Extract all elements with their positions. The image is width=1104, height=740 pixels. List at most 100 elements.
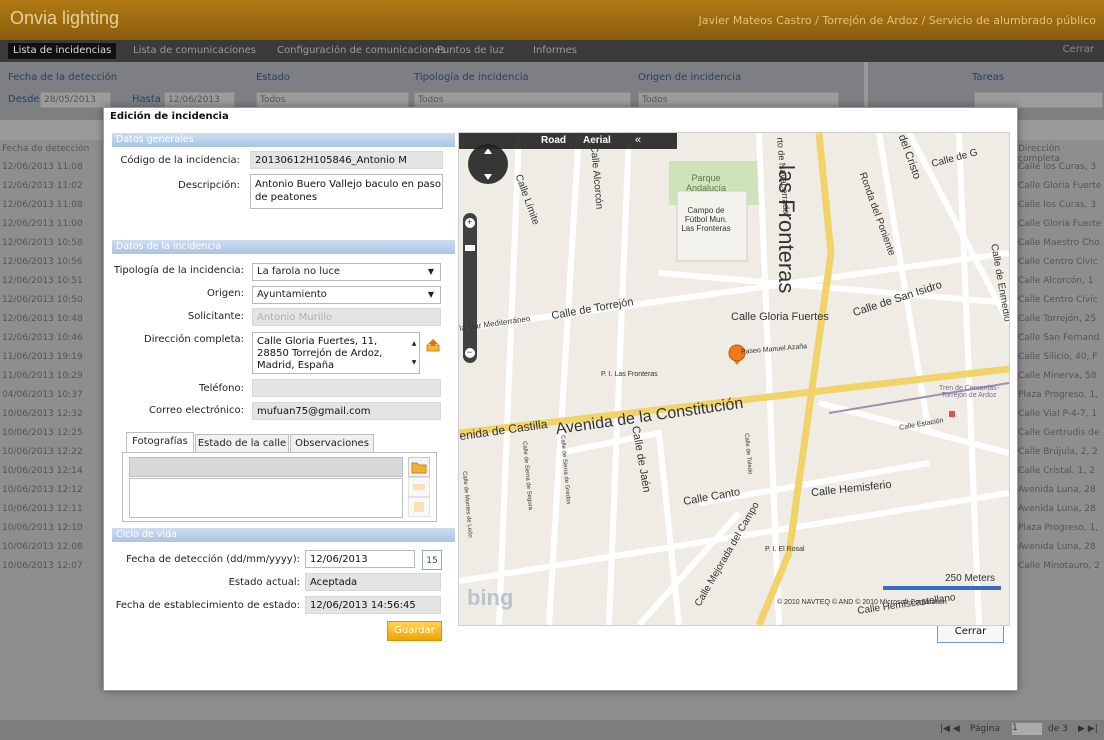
row-fecha: 12/06/2013 10:56: [2, 257, 83, 267]
collapse-map-icon[interactable]: «: [635, 134, 641, 146]
row-direccion: Plaza Progreso, 1,: [1018, 523, 1099, 533]
direccion-textarea[interactable]: Calle Gloria Fuertes, 11, 28850 Torrejón…: [252, 332, 420, 374]
row-direccion: Plaza Progreso, 1,: [1018, 390, 1099, 400]
map-view[interactable]: Road Aerial « + − las Fronteras Avenida …: [458, 132, 1010, 626]
row-fecha: 10/06/2013 12:12: [2, 485, 83, 495]
calendar-icon[interactable]: 15: [422, 550, 442, 570]
desde-label: Desde: [8, 94, 40, 105]
first-page-icon[interactable]: |◀ ◀: [940, 724, 960, 734]
row-fecha: 12/06/2013 11:08: [2, 200, 83, 210]
row-fecha: 12/06/2013 11:00: [2, 219, 83, 229]
photo-path-field[interactable]: [129, 457, 403, 477]
row-fecha: 11/06/2013 19:19: [2, 352, 83, 362]
guardar-button[interactable]: Guardar: [387, 621, 442, 641]
row-direccion: Calle Brújula, 2, 2: [1018, 447, 1098, 457]
deteccion-label: Fecha de la detección: [8, 72, 118, 83]
row-direccion: Avenida Luna, 28: [1018, 485, 1096, 495]
row-fecha: 10/06/2013 12:08: [2, 542, 83, 552]
origen-select[interactable]: Ayuntamiento ▼: [252, 286, 441, 304]
bing-logo: bing: [467, 585, 514, 610]
origen-filter-label: Origen de incidencia: [638, 72, 742, 83]
dropdown-arrow-icon: ▼: [427, 290, 434, 299]
zoom-in-icon[interactable]: +: [467, 217, 472, 227]
tab-lista-comunicaciones[interactable]: Lista de comunicaciones: [128, 43, 261, 59]
correo-field[interactable]: mufuan75@gmail.com: [252, 402, 441, 420]
edit-incident-dialog: Edición de incidencia Datos generales Có…: [103, 107, 1018, 691]
row-direccion: Calle Gloria Fuerte: [1018, 219, 1102, 229]
tab-informes[interactable]: Informes: [528, 43, 582, 59]
direccion-scrollbar[interactable]: ▲ ▼: [410, 334, 418, 372]
page-input[interactable]: 1: [1012, 723, 1042, 735]
row-direccion: Calle Centro Cívic: [1018, 257, 1098, 267]
tab-configuracion[interactable]: Configuración de comunicaciones: [272, 43, 451, 59]
zoom-out-icon[interactable]: −: [467, 347, 472, 357]
row-direccion: Calle San Fernand: [1018, 333, 1100, 343]
pager: |◀ ◀ Página 1 de 3 ▶ ▶|: [0, 720, 1104, 740]
pagina-label: Página: [970, 724, 1000, 734]
logout-link[interactable]: Cerrar: [1063, 44, 1094, 55]
descripcion-textarea[interactable]: Antonio Buero Vallejo baculo en paso de …: [250, 174, 443, 209]
row-fecha: 12/06/2013 10:58: [2, 238, 83, 248]
estado-actual-field: Aceptada: [305, 573, 441, 591]
desde-input[interactable]: 28/05/2013: [40, 92, 111, 108]
row-direccion: Calle Silicio, 40, F: [1018, 352, 1098, 362]
tareas-label: Tareas: [972, 72, 1004, 83]
tipologia-filter-select[interactable]: Todos: [414, 92, 631, 108]
tareas-select[interactable]: [974, 92, 1103, 108]
row-direccion: Avenida Luna, 28: [1018, 542, 1096, 552]
solicitante-label: Solicitante:: [187, 311, 244, 322]
row-fecha: 10/06/2013 12:32: [2, 409, 83, 419]
descripcion-label: Descripción:: [178, 180, 240, 191]
tab-estado-calle[interactable]: Estado de la calle: [195, 434, 289, 452]
tab-puntos-luz[interactable]: Puntos de luz: [432, 43, 509, 59]
tipologia-select[interactable]: La farola no luce ▼: [252, 263, 441, 281]
row-direccion: Calle los Curas, 3: [1018, 200, 1097, 210]
row-fecha: 10/06/2013 12:10: [2, 523, 83, 533]
open-folder-icon[interactable]: [408, 457, 430, 477]
map-scale: 250 Meters: [945, 573, 996, 584]
row-fecha: 12/06/2013 11:02: [2, 181, 83, 191]
photo-list[interactable]: [129, 478, 403, 518]
section-ciclo-vida: Ciclo de vida: [112, 528, 455, 542]
fecha-estado-label: Fecha de establecimiento de estado:: [115, 600, 300, 611]
tipologia-label: Tipología de la incidencia:: [113, 265, 244, 276]
row-fecha: 12/06/2013 10:46: [2, 333, 83, 343]
row-fecha: 10/06/2013 12:14: [2, 466, 83, 476]
fecha-deteccion-input[interactable]: 12/06/2013: [305, 550, 415, 568]
solicitante-field[interactable]: Antonio Murillo: [252, 308, 441, 326]
section-datos-incidencia: Datos de la incidencia: [112, 240, 455, 254]
row-fecha: 10/06/2013 12:25: [2, 428, 83, 438]
telefono-field[interactable]: [252, 379, 441, 397]
locate-address-icon[interactable]: [426, 338, 442, 352]
tab-fotografias[interactable]: Fotografías: [126, 432, 194, 452]
row-fecha: 10/06/2013 12:07: [2, 561, 83, 571]
row-direccion: Calle Gertrudis de: [1018, 428, 1100, 438]
correo-label: Correo electrónico:: [149, 405, 244, 416]
map-label-tren: Tren de Cercanías-Torrejón de Ardoz: [938, 385, 1000, 399]
row-fecha: 12/06/2013 10:51: [2, 276, 83, 286]
hasta-label: Hasta: [132, 94, 161, 105]
next-page-icon[interactable]: ▶ ▶|: [1078, 724, 1098, 734]
row-direccion: Calle Minotauro, 2: [1018, 561, 1100, 571]
map-label-campo: Campo de Fútbol Mun. Las Fronteras: [681, 206, 731, 233]
codigo-field: 20130612H105846_Antonio M: [250, 151, 443, 169]
row-direccion: Calle Maestro Cho: [1018, 238, 1100, 248]
estado-actual-label: Estado actual:: [228, 577, 300, 588]
direccion-label: Dirección completa:: [144, 334, 244, 345]
row-direccion: Calle Alcorcón, 1: [1018, 276, 1094, 286]
origen-filter-select[interactable]: Todos: [638, 92, 839, 108]
map-label-gloria: Calle Gloria Fuertes: [731, 311, 829, 323]
origen-value: Ayuntamiento: [257, 289, 327, 300]
row-fecha: 12/06/2013 10:50: [2, 295, 83, 305]
tab-observaciones[interactable]: Observaciones: [290, 434, 374, 452]
tab-lista-incidencias[interactable]: Lista de incidencias: [8, 43, 117, 59]
section-datos-generales: Datos generales: [112, 133, 455, 147]
edit-photo-icon[interactable]: [408, 477, 430, 497]
origen-label: Origen:: [207, 288, 244, 299]
estado-filter-select[interactable]: Todos: [256, 92, 409, 108]
delete-photo-icon[interactable]: [408, 497, 430, 517]
row-fecha: 12/06/2013 10:48: [2, 314, 83, 324]
hasta-input[interactable]: 12/06/2013: [164, 92, 235, 108]
row-direccion: Calle Gloria Fuerte: [1018, 181, 1102, 191]
road-view-button[interactable]: Road: [541, 135, 566, 146]
